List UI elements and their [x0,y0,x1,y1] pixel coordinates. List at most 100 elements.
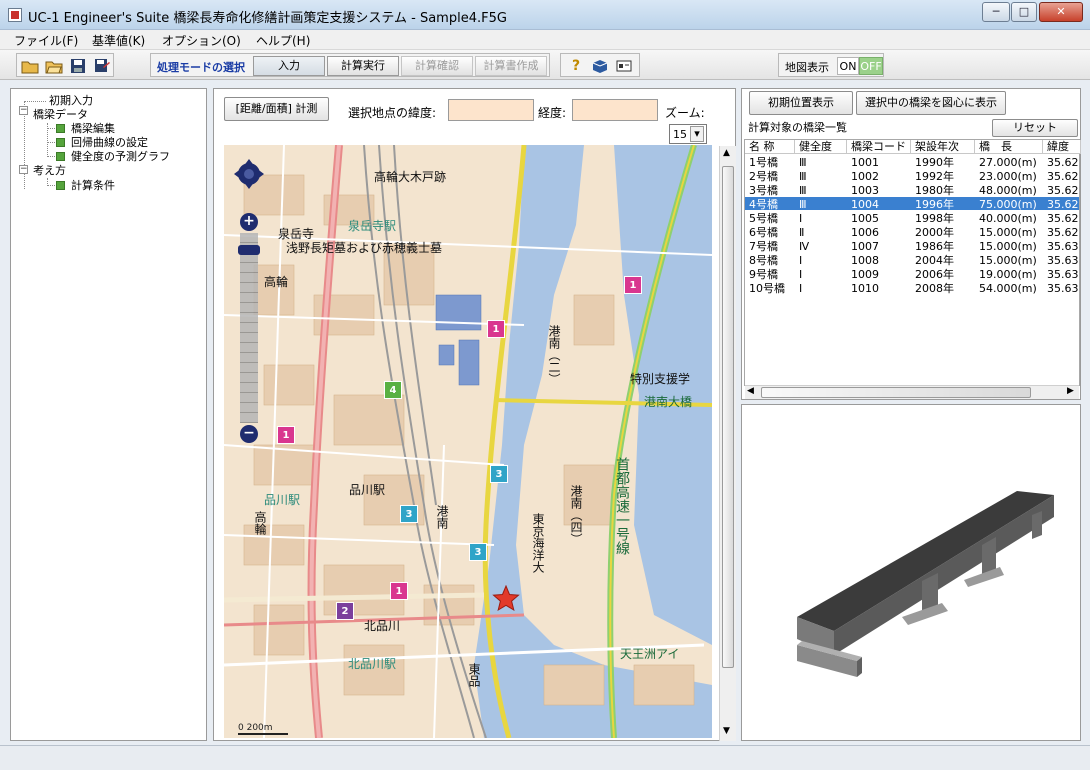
table-cell[interactable]: 2000年 [915,226,975,239]
menu-help[interactable]: ヘルプ(H) [256,32,310,49]
column-header[interactable]: 健全度 [795,140,847,154]
table-cell[interactable]: Ⅳ [799,240,847,253]
minimize-button[interactable]: ─ [982,2,1010,22]
table-cell[interactable]: 27.000(m) [979,156,1043,169]
table-cell[interactable]: 23.000(m) [979,170,1043,183]
close-button[interactable]: ✕ [1039,2,1083,22]
bridge-marker[interactable]: 2 [336,602,354,620]
column-header[interactable]: 緯度 [1043,140,1081,154]
table-cell[interactable]: 35.62... [1047,212,1079,225]
bridge-marker[interactable]: 4 [384,381,402,399]
tree-item-bridge-edit[interactable]: 橋梁編集 [71,122,115,136]
table-cell[interactable]: 15.000(m) [979,240,1043,253]
table-cell[interactable]: 1002 [851,170,911,183]
table-cell[interactable]: 2008年 [915,282,975,295]
zoom-out-button[interactable]: − [240,425,258,443]
table-cell[interactable]: 2004年 [915,254,975,267]
table-cell[interactable]: 35.63... [1047,268,1079,281]
tree-item-regression-curve[interactable]: 回帰曲線の設定 [71,136,148,150]
table-cell[interactable]: 1号橋 [749,156,795,169]
map-off-toggle[interactable]: OFF [859,57,883,75]
table-cell[interactable]: 1008 [851,254,911,267]
table-cell[interactable]: 35.62... [1047,170,1079,183]
zoom-slider-handle[interactable] [238,245,260,255]
bridge-marker[interactable]: 1 [390,582,408,600]
table-cell[interactable]: Ⅰ [799,212,847,225]
list-horizontal-scrollbar[interactable]: ◀ ▶ [745,385,1079,399]
longitude-input[interactable] [572,99,658,121]
map-scroll-thumb[interactable] [722,166,734,668]
table-cell[interactable]: 35.63... [1047,282,1079,295]
map-canvas[interactable]: + − 0 200m 高輪大木戸跡 泉岳寺駅 泉岳寺 浅野長矩墓および赤穂義士墓… [224,145,712,738]
tree-item-initial-input[interactable]: 初期入力 [49,94,93,108]
table-cell[interactable]: 4号橋 [749,198,795,211]
zoom-slider[interactable] [240,233,258,423]
table-cell[interactable]: Ⅰ [799,254,847,267]
scroll-up-icon[interactable]: ▲ [723,148,730,158]
table-cell[interactable]: 35.62... [1047,156,1079,169]
table-cell[interactable]: 5号橋 [749,212,795,225]
table-cell[interactable]: 54.000(m) [979,282,1043,295]
bridge-marker[interactable]: 3 [469,543,487,561]
save-as-icon[interactable] [93,58,111,74]
table-cell[interactable]: 1010 [851,282,911,295]
table-cell[interactable]: 1003 [851,184,911,197]
tree-item-health-graph[interactable]: 健全度の予測グラフ [71,150,170,164]
tree-group-approach[interactable]: 考え方 [33,164,66,178]
table-cell[interactable]: Ⅲ [799,156,847,169]
help-icon[interactable]: ? [567,58,585,74]
zoom-in-button[interactable]: + [240,213,258,231]
app-icon[interactable] [8,8,22,22]
table-cell[interactable]: 1986年 [915,240,975,253]
mode-input-button[interactable]: 入力 [253,56,325,76]
table-cell[interactable]: Ⅲ [799,184,847,197]
table-cell[interactable]: Ⅰ [799,268,847,281]
tree-item-calc-conditions[interactable]: 計算条件 [71,179,115,193]
bridge-marker[interactable]: 1 [277,426,295,444]
mode-report-button[interactable]: 計算書作成 [475,56,547,76]
mode-calc-confirm-button[interactable]: 計算確認 [401,56,473,76]
bridge-marker[interactable]: 3 [400,505,418,523]
maximize-button[interactable]: □ [1011,2,1037,22]
table-cell[interactable]: 1980年 [915,184,975,197]
bridge-3d-view[interactable] [741,404,1081,741]
table-cell[interactable]: 7号橋 [749,240,795,253]
table-cell[interactable]: 1005 [851,212,911,225]
measure-button[interactable]: [距離/面積] 計測 [224,97,329,121]
table-cell[interactable]: 8号橋 [749,254,795,267]
table-cell[interactable]: 2006年 [915,268,975,281]
table-cell[interactable]: 1006 [851,226,911,239]
pan-control[interactable] [232,157,266,191]
mode-calc-run-button[interactable]: 計算実行 [327,56,399,76]
open-folder-icon[interactable] [45,58,63,74]
title-bar[interactable]: UC-1 Engineer's Suite 橋梁長寿命化修繕計画策定支援システム… [0,0,1090,30]
tree-group-bridge-data[interactable]: 橋梁データ [33,108,88,122]
table-cell[interactable]: 35.62... [1047,184,1079,197]
column-header[interactable]: 橋 長 [975,140,1043,154]
table-cell[interactable]: 1996年 [915,198,975,211]
table-cell[interactable]: 35.63... [1047,240,1079,253]
table-cell[interactable]: 9号橋 [749,268,795,281]
table-cell[interactable]: 1001 [851,156,911,169]
save-icon[interactable] [69,58,87,74]
scroll-right-icon[interactable]: ▶ [1067,386,1074,396]
bridge-marker[interactable]: 1 [624,276,642,294]
menu-options[interactable]: オプション(O) [162,32,241,49]
center-selected-bridge-button[interactable]: 選択中の橋梁を図心に表示 [856,91,1006,115]
table-cell[interactable]: 1007 [851,240,911,253]
list-scroll-thumb[interactable] [761,387,1031,398]
table-cell[interactable]: 48.000(m) [979,184,1043,197]
table-cell[interactable]: Ⅱ [799,226,847,239]
table-cell[interactable]: 35.63... [1047,254,1079,267]
table-cell[interactable]: 19.000(m) [979,268,1043,281]
star-icon[interactable] [492,584,520,616]
initial-position-button[interactable]: 初期位置表示 [749,91,853,115]
table-cell[interactable]: Ⅰ [799,282,847,295]
table-cell[interactable]: Ⅲ [799,170,847,183]
table-cell[interactable]: 15.000(m) [979,226,1043,239]
bridge-marker[interactable]: 1 [487,320,505,338]
tree-collapse-icon[interactable]: − [19,165,28,174]
table-cell[interactable]: Ⅲ [799,198,847,211]
menu-file[interactable]: ファイル(F) [14,32,78,49]
table-cell[interactable]: 1009 [851,268,911,281]
